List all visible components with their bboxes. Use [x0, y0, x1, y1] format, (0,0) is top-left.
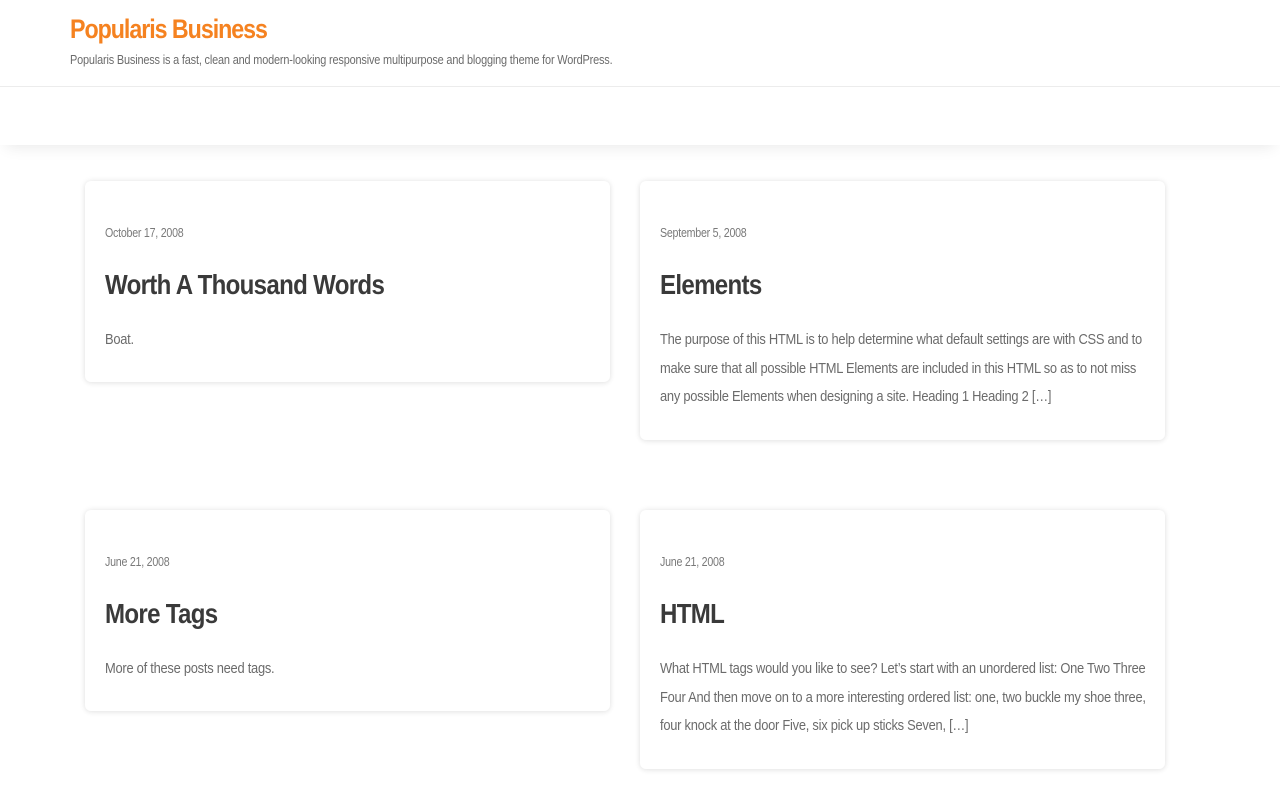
post-excerpt: More of these posts need tags. [105, 660, 275, 677]
post-date[interactable]: June 21, 2008 [660, 554, 725, 569]
post-card: September 5, 2008 Elements The purpose o… [640, 181, 1165, 440]
post-title[interactable]: HTML [660, 598, 725, 630]
post-excerpt: The purpose of this HTML is to help dete… [660, 331, 1142, 405]
main-navigation-bar [0, 88, 1280, 145]
post-excerpt: Boat. [105, 331, 134, 348]
post-card: October 17, 2008 Worth A Thousand Words … [85, 181, 610, 382]
site-description: Popularis Business is a fast, clean and … [70, 52, 613, 67]
post-date[interactable]: October 17, 2008 [105, 225, 184, 240]
post-title[interactable]: Worth A Thousand Words [105, 269, 385, 301]
post-date[interactable]: June 21, 2008 [105, 554, 170, 569]
post-card: June 21, 2008 More Tags More of these po… [85, 510, 610, 711]
post-title[interactable]: More Tags [105, 598, 218, 630]
site-header: Popularis Business Popularis Business is… [0, 0, 1280, 87]
site-title-link[interactable]: Popularis Business [70, 14, 268, 45]
post-date[interactable]: September 5, 2008 [660, 225, 747, 240]
post-card: June 21, 2008 HTML What HTML tags would … [640, 510, 1165, 769]
post-excerpt: What HTML tags would you like to see? Le… [660, 660, 1146, 734]
post-title[interactable]: Elements [660, 269, 762, 301]
